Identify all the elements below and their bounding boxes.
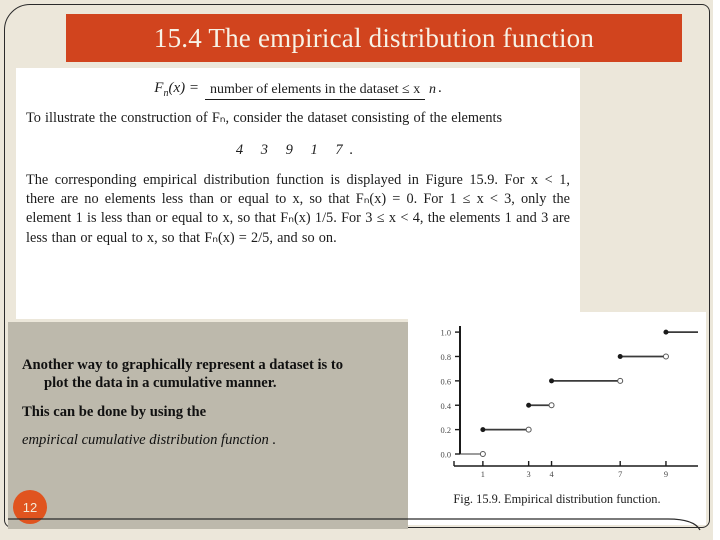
svg-text:1: 1: [481, 470, 485, 479]
svg-text:0.2: 0.2: [441, 426, 451, 435]
svg-text:4: 4: [549, 470, 554, 479]
page-title: 15.4 The empirical distribution function: [153, 22, 595, 53]
slide-title-bar: 15.4 The empirical distribution function: [66, 14, 682, 62]
formula-numerator: number of elements in the dataset ≤ x: [204, 82, 426, 100]
note-line-1: Another way to graphically represent a d…: [22, 356, 402, 393]
formula-left-hand-side: Fn(x) =: [154, 80, 205, 99]
empirical-cdf-formula: Fn(x) = number of elements in the datase…: [16, 80, 580, 100]
notes-body: Another way to graphically represent a d…: [22, 356, 402, 460]
formula-denominator: n: [428, 82, 436, 97]
note-line-1-continuation: plot the data in a cumulative manner.: [44, 375, 277, 392]
note-line-1-main: Another way to graphically represent a d…: [22, 357, 344, 373]
slide-right-margin: [713, 0, 720, 540]
svg-text:3: 3: [527, 470, 531, 479]
formula-argument: (x) =: [168, 80, 199, 96]
note-line-3-emphasis: empirical cumulative distribution functi…: [22, 432, 277, 449]
formula-fraction: number of elements in the dataset ≤ x n: [204, 81, 436, 100]
note-line-2: This can be done by using the: [22, 403, 207, 420]
svg-text:0.0: 0.0: [441, 451, 451, 460]
notes-panel: Another way to graphically represent a d…: [8, 322, 408, 529]
svg-text:0.4: 0.4: [441, 402, 452, 411]
svg-text:0.6: 0.6: [441, 377, 451, 386]
svg-text:7: 7: [618, 470, 622, 479]
svg-text:0.8: 0.8: [441, 353, 451, 362]
dataset-values: 4 3 9 1 7.: [235, 142, 361, 159]
formula-trailing-period: .: [437, 80, 442, 96]
page-number-label: 12: [22, 499, 38, 515]
page-number-badge: 12: [13, 490, 47, 524]
slide-canvas: 15.4 The empirical distribution function…: [0, 0, 720, 540]
empirical-distribution-chart: 0.0 0.2 0.4 0.6 0.8 1.0 1 3 4 7 9: [441, 326, 698, 479]
figure-panel: 0.0 0.2 0.4 0.6 0.8 1.0 1 3 4 7 9 Fig. 15.9. Empir…: [408, 312, 706, 525]
figure-caption: Fig. 15.9. Empirical distribution functi…: [453, 492, 661, 506]
textbook-body-paragraph: The corresponding empirical distribution…: [26, 172, 570, 246]
textbook-intro-paragraph: To illustrate the construction of Fₙ, co…: [26, 110, 503, 126]
svg-text:1.0: 1.0: [441, 329, 451, 338]
svg-text:9: 9: [664, 470, 668, 479]
textbook-excerpt-panel: Fn(x) = number of elements in the datase…: [16, 68, 580, 319]
